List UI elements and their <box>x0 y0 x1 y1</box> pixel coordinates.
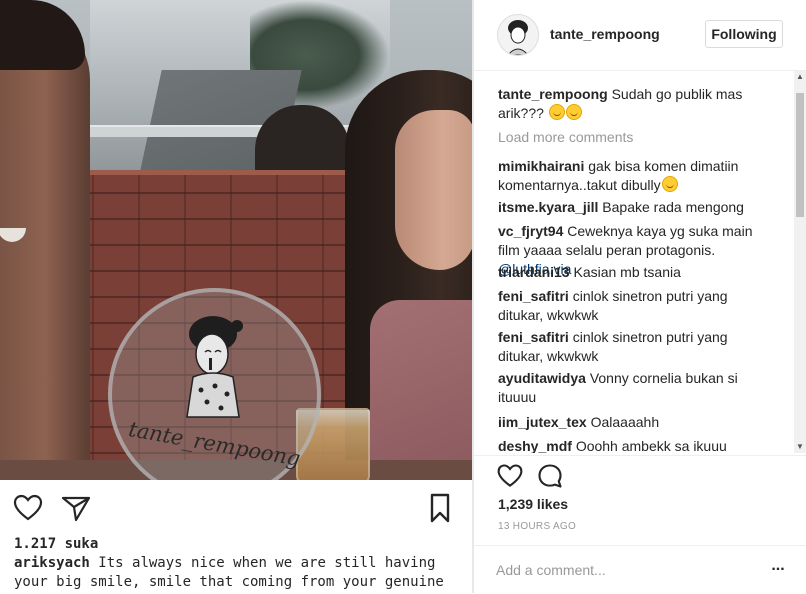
post-photo[interactable]: tante_rempoong 1.217 suka ariksyach Its … <box>0 0 472 593</box>
man-figure <box>0 10 90 480</box>
comment-item: feni_safitri cinlok sinetron putri yang … <box>498 287 768 325</box>
caption-username[interactable]: tante_rempoong <box>498 86 608 102</box>
post-timestamp: 13 HOURS AGO <box>498 521 577 532</box>
add-comment-input[interactable] <box>496 558 756 582</box>
comment-item: triardani13 Kasian mb tsania <box>498 263 768 282</box>
smile-emoji-icon <box>548 104 565 120</box>
likes-count[interactable]: 1,239 likes <box>498 496 568 512</box>
comment-text: Ooohh ambekk sa ikuuu <box>575 438 727 453</box>
scroll-down-arrow-icon[interactable]: ▼ <box>794 441 806 453</box>
photo-action-bar: 1.217 suka ariksyach Its always nice whe… <box>0 480 472 593</box>
comment-bubble-icon[interactable] <box>536 462 564 490</box>
comments-list[interactable]: tante_rempoong Sudah go publik mas arik?… <box>474 71 794 453</box>
paper-plane-icon[interactable] <box>60 492 92 524</box>
man-hair <box>0 0 85 70</box>
photo-likes-count: 1.217 suka <box>14 536 99 552</box>
add-comment-bar: ... <box>474 545 806 594</box>
scrollbar-thumb[interactable] <box>796 93 804 217</box>
post-side-panel: tante_rempoong Following tante_rempoong … <box>474 0 806 593</box>
post-username[interactable]: tante_rempoong <box>550 26 660 42</box>
comment-username[interactable]: mimikhairani <box>498 158 584 174</box>
comment-username[interactable]: itsme.kyara_jill <box>498 199 598 215</box>
post-caption: tante_rempoong Sudah go publik mas arik?… <box>498 85 768 123</box>
more-options-icon[interactable]: ... <box>768 558 788 578</box>
comment-username[interactable]: deshy_mdf <box>498 438 572 453</box>
watermark-figure-icon <box>186 316 243 418</box>
comment-item: mimikhairani gak bisa komen dimatiin kom… <box>498 157 768 195</box>
woman-shirt <box>370 300 472 480</box>
comment-username[interactable]: feni_safitri <box>498 329 569 345</box>
comment-item: itsme.kyara_jill Bapake rada mengong <box>498 198 768 217</box>
load-more-comments-link[interactable]: Load more comments <box>498 129 633 145</box>
comment-username[interactable]: ayuditawidya <box>498 370 586 386</box>
comment-text: Bapake rada mengong <box>602 199 744 215</box>
comment-text: Oalaaaahh <box>590 414 660 430</box>
scroll-up-arrow-icon[interactable]: ▲ <box>794 71 806 83</box>
avatar[interactable] <box>497 14 539 56</box>
smile-emoji-icon <box>565 104 582 120</box>
watermark-text: tante_rempoong <box>126 417 303 471</box>
heart-icon[interactable] <box>12 492 44 524</box>
comment-item: feni_safitri cinlok sinetron putri yang … <box>498 328 768 366</box>
bookmark-icon[interactable] <box>424 492 456 524</box>
woman-face <box>395 110 472 270</box>
comment-item: deshy_mdf Ooohh ambekk sa ikuuu <box>498 437 768 453</box>
watermark-logo: tante_rempoong <box>108 288 321 501</box>
post-header: tante_rempoong Following <box>474 0 806 71</box>
comment-username[interactable]: triardani13 <box>498 264 570 280</box>
photo-caption-user[interactable]: ariksyach <box>14 555 90 571</box>
comment-text: Kasian mb tsania <box>573 264 681 280</box>
following-button[interactable]: Following <box>705 20 783 48</box>
comments-scrollbar[interactable]: ▲ ▼ <box>794 71 806 453</box>
grin-emoji-icon <box>661 176 678 192</box>
avatar-figure-icon <box>498 15 538 55</box>
post-action-bar: 1,239 likes 13 HOURS AGO <box>474 455 806 546</box>
comment-username[interactable]: feni_safitri <box>498 288 569 304</box>
comment-item: iim_jutex_tex Oalaaaahh <box>498 413 768 432</box>
comment-item: ayuditawidya Vonny cornelia bukan si itu… <box>498 369 768 407</box>
heart-icon[interactable] <box>496 462 524 490</box>
comment-username[interactable]: iim_jutex_tex <box>498 414 587 430</box>
photo-caption: ariksyach Its always nice when we are st… <box>14 554 466 593</box>
comment-username[interactable]: vc_fjryt94 <box>498 223 563 239</box>
